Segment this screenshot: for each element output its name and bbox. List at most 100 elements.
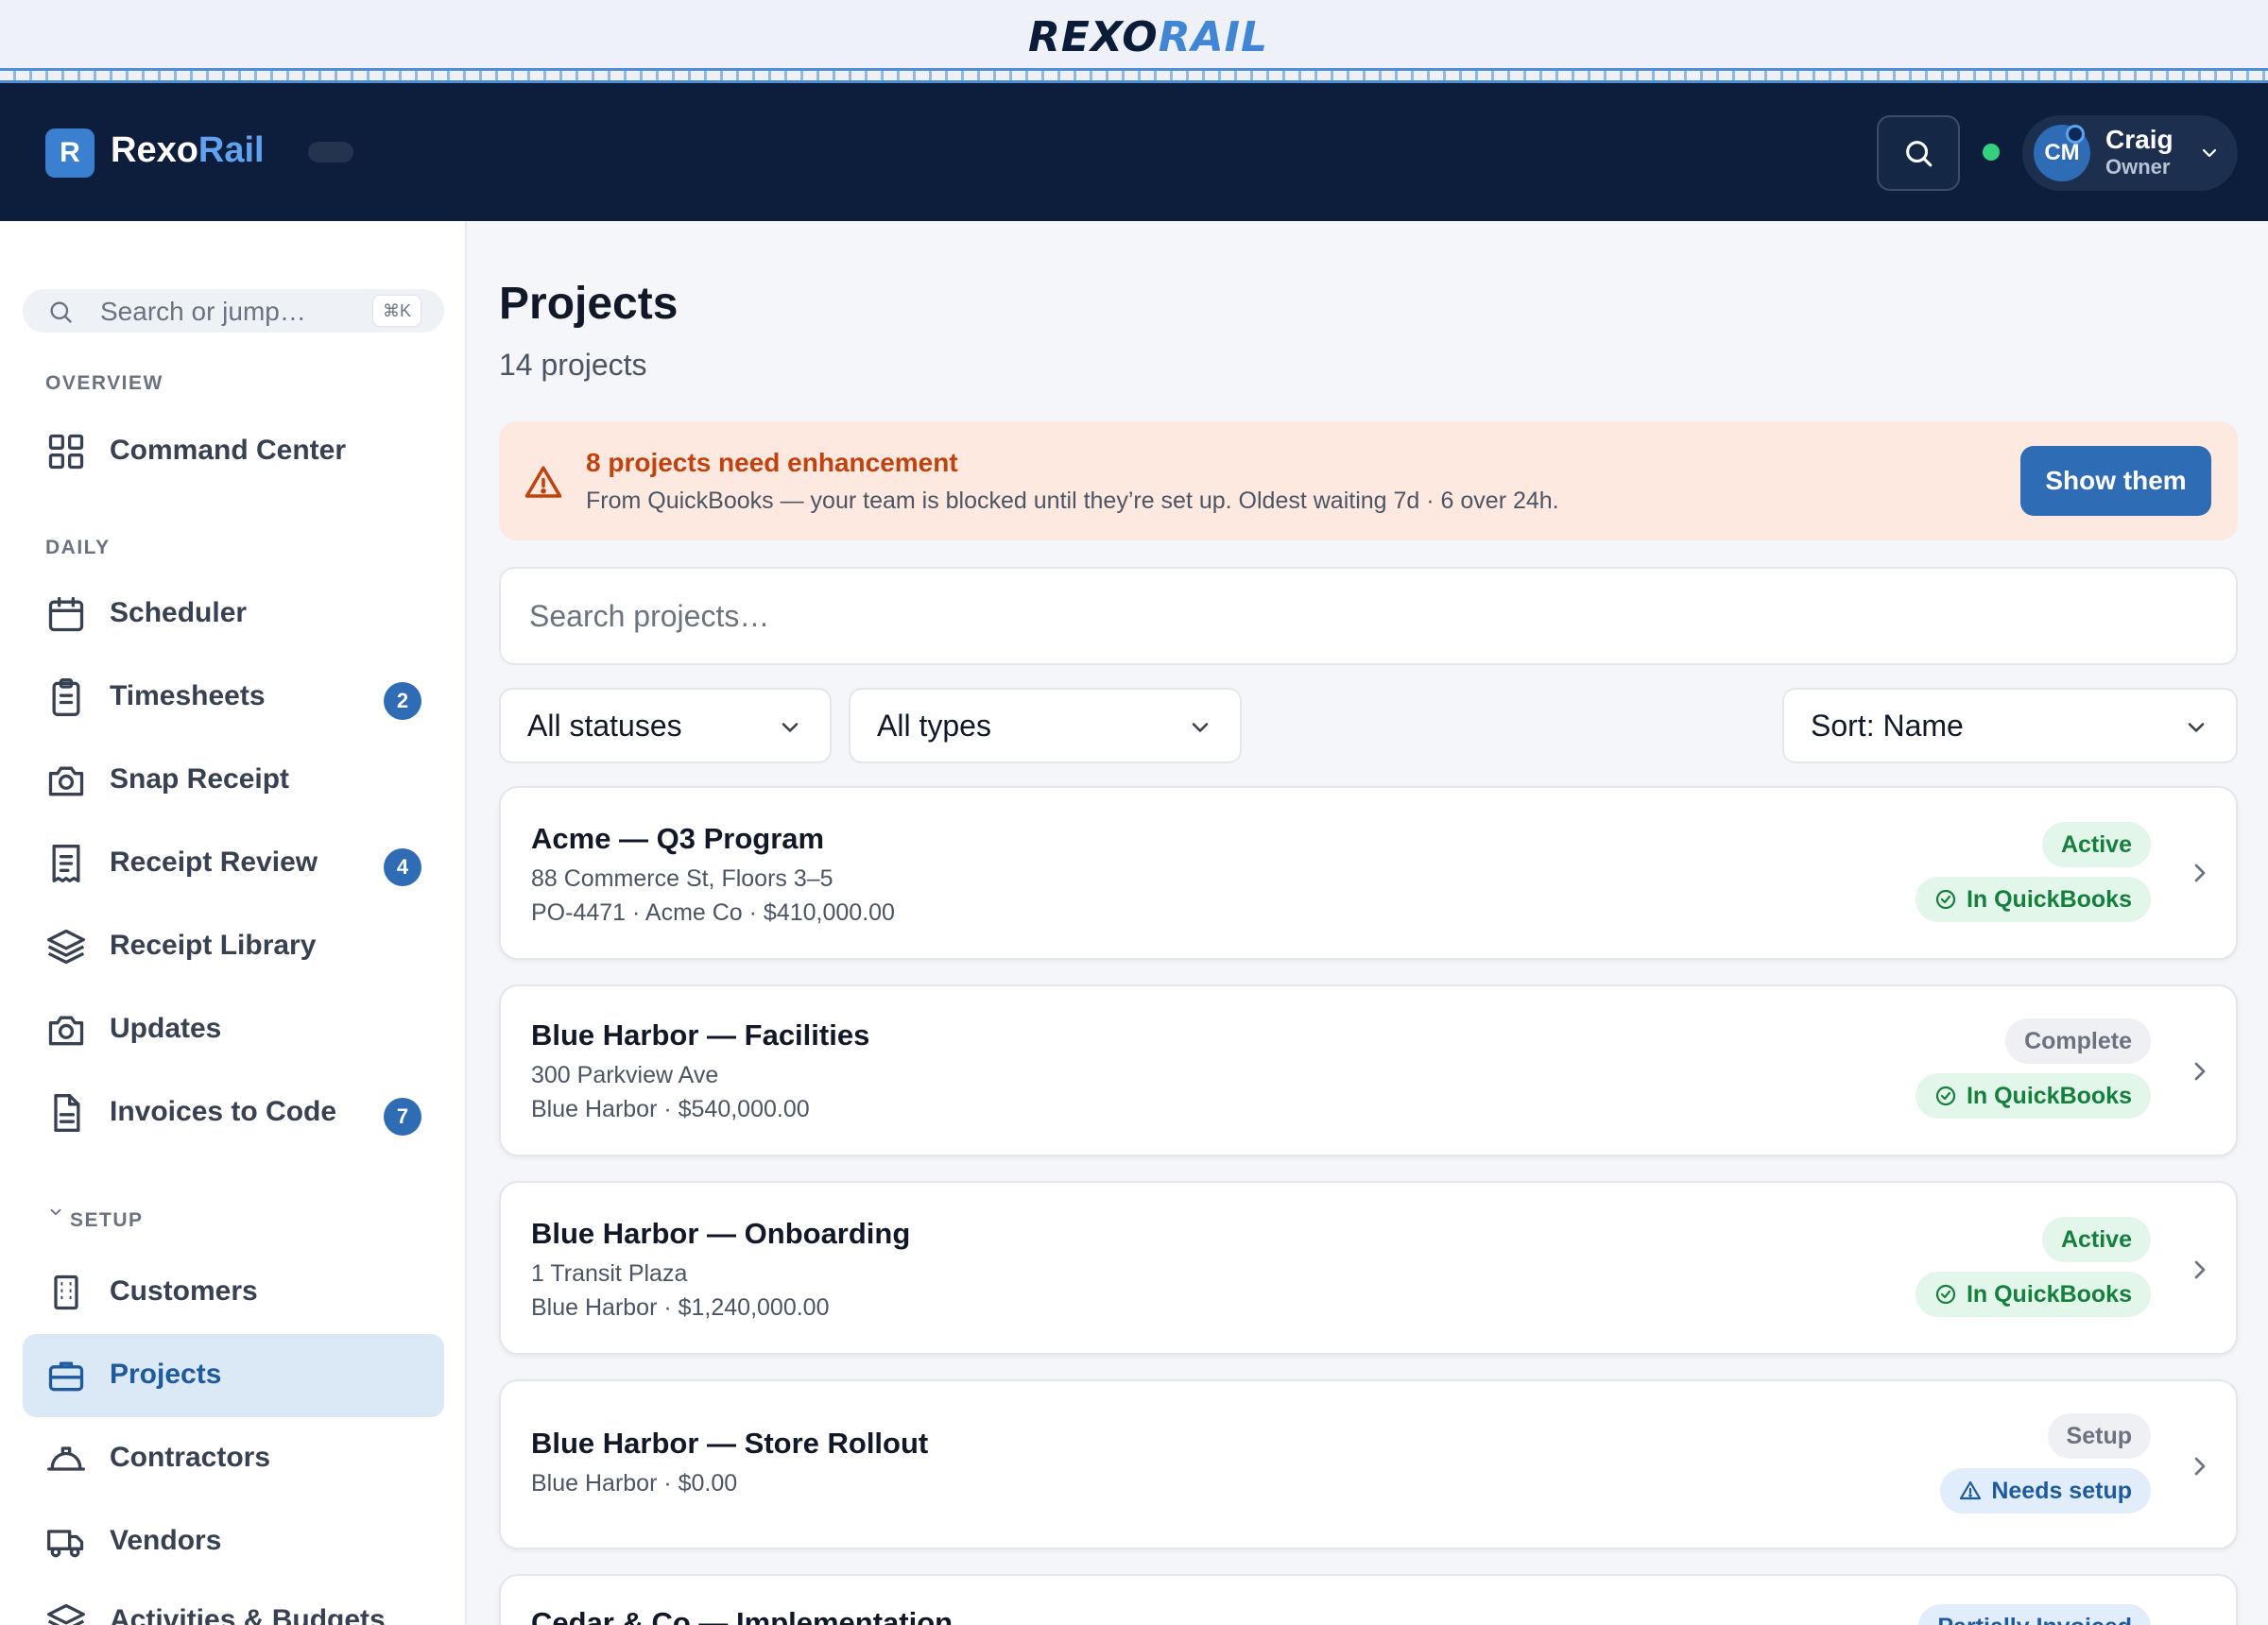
project-name: Blue Harbor — Facilities <box>531 1018 870 1052</box>
page-title: Projects <box>499 279 679 329</box>
app-logo[interactable]: R <box>45 128 94 178</box>
alert-title: 8 projects need enhancement <box>586 448 958 477</box>
check-circle-icon <box>1935 889 1956 910</box>
check-circle-icon <box>1935 1086 1956 1106</box>
sort-select[interactable]: Sort: Name <box>1782 688 2238 763</box>
status-filter-select[interactable]: All statuses <box>499 688 832 763</box>
project-address: 88 Commerce St, Floors 3–5 <box>531 865 833 892</box>
user-role: Owner <box>2105 155 2171 179</box>
sidebar-search[interactable]: Search or jump… ⌘K <box>23 289 444 333</box>
avatar-presence-dot <box>2066 125 2085 144</box>
type-filter-select[interactable]: All types <box>849 688 1242 763</box>
status-badge: Partially Invoiced <box>1918 1604 2151 1625</box>
sort-value: Sort: Name <box>1811 709 1964 743</box>
sidebar-item-label: Customers <box>110 1275 258 1307</box>
layers-icon <box>47 929 85 965</box>
chevron-right-icon <box>2194 864 2206 882</box>
project-meta: Blue Harbor · $0.00 <box>531 1470 738 1497</box>
project-card[interactable]: Acme — Q3 Program 88 Commerce St, Floors… <box>499 786 2238 960</box>
project-count: 14 projects <box>499 348 647 382</box>
sidebar-item-timesheets[interactable]: Timesheets 2 <box>23 656 444 739</box>
project-address: 300 Parkview Ave <box>531 1062 719 1088</box>
keyboard-shortcut: ⌘K <box>372 295 421 327</box>
global-search-button[interactable] <box>1877 115 1960 191</box>
sidebar-item-contractors[interactable]: Contractors <box>23 1417 444 1500</box>
sidebar-item-vendors[interactable]: Vendors <box>23 1500 444 1583</box>
section-daily: DAILY <box>45 537 111 558</box>
truck-icon <box>47 1530 84 1558</box>
search-icon <box>50 301 72 323</box>
count-badge: 7 <box>384 1098 421 1136</box>
sidebar-item-projects[interactable]: Projects <box>23 1334 444 1417</box>
type-filter-value: All types <box>877 709 991 743</box>
receipt-icon <box>52 845 80 882</box>
rail-decoration <box>0 68 2268 83</box>
project-card[interactable]: Cedar & Co — Implementation Partially In… <box>499 1574 2238 1625</box>
user-menu[interactable]: CM Craig Owner <box>2022 115 2238 191</box>
alert-body: From QuickBooks — your team is blocked u… <box>586 488 1559 514</box>
chevron-down-icon <box>2202 148 2217 158</box>
sidebar-item-updates[interactable]: Updates <box>23 988 444 1071</box>
needs-setup-badge: Needs setup <box>1940 1468 2151 1514</box>
sidebar-item-invoices-to-code[interactable]: Invoices to Code 7 <box>23 1071 444 1155</box>
chevron-down-icon <box>50 1208 61 1216</box>
clipboard-icon <box>52 678 80 716</box>
search-icon <box>1906 141 1933 167</box>
online-status-dot <box>1983 144 2000 161</box>
enhancement-alert: 8 projects need enhancement From QuickBo… <box>499 421 2238 540</box>
status-badge: Setup <box>2047 1413 2151 1459</box>
status-badge: Active <box>2041 1217 2151 1262</box>
sidebar-item-receipt-review[interactable]: Receipt Review 4 <box>23 822 444 905</box>
sidebar-item-customers[interactable]: Customers <box>23 1251 444 1334</box>
sidebar-item-label: Projects <box>110 1359 222 1390</box>
count-badge: 2 <box>384 682 421 720</box>
status-filter-value: All statuses <box>527 709 682 743</box>
project-card[interactable]: Blue Harbor — Store Rollout Blue Harbor … <box>499 1379 2238 1549</box>
hard-hat-icon <box>47 1446 85 1471</box>
sidebar-item-label: Snap Receipt <box>110 763 290 795</box>
brand-logo: REXORAIL <box>1028 13 1269 61</box>
sidebar-item-receipt-library[interactable]: Receipt Library <box>23 905 444 988</box>
sidebar-item-command-center[interactable]: Command Center <box>23 410 444 493</box>
chevron-right-icon <box>2194 1062 2206 1081</box>
sidebar-item-activities-budgets[interactable]: Activities & Budgets <box>23 1580 444 1625</box>
show-them-button[interactable]: Show them <box>2020 446 2211 516</box>
section-setup[interactable]: SETUP <box>45 1208 144 1232</box>
check-circle-icon <box>1935 1284 1956 1305</box>
app-name[interactable]: RexoRail <box>111 130 265 171</box>
calendar-icon <box>48 596 84 632</box>
chevron-right-icon <box>2194 1457 2206 1476</box>
chevron-down-icon <box>782 723 799 732</box>
project-card[interactable]: Blue Harbor — Onboarding 1 Transit Plaza… <box>499 1181 2238 1355</box>
sidebar-item-snap-receipt[interactable]: Snap Receipt <box>23 739 444 822</box>
sidebar-item-label: Vendors <box>110 1525 222 1556</box>
brand-strip: REXORAIL <box>0 0 2268 83</box>
count-badge: 4 <box>384 848 421 886</box>
sidebar-item-label: Command Center <box>110 435 347 466</box>
sidebar-search-placeholder: Search or jump… <box>100 297 306 326</box>
project-card[interactable]: Blue Harbor — Facilities 300 Parkview Av… <box>499 984 2238 1156</box>
sidebar-item-scheduler[interactable]: Scheduler <box>23 573 444 656</box>
sidebar-item-label: Receipt Review <box>110 847 318 878</box>
camera-icon <box>48 766 84 796</box>
file-icon <box>54 1094 80 1132</box>
project-name: Acme — Q3 Program <box>531 822 825 855</box>
project-name: Blue Harbor — Onboarding <box>531 1217 911 1250</box>
sidebar-item-label: Timesheets <box>110 680 266 711</box>
project-meta: Blue Harbor · $1,240,000.00 <box>531 1294 830 1321</box>
project-name: Blue Harbor — Store Rollout <box>531 1427 929 1460</box>
sidebar: Search or jump… ⌘K OVERVIEW Command Cent… <box>0 221 467 1625</box>
building-icon <box>54 1274 78 1310</box>
warning-icon <box>1960 1480 1982 1500</box>
project-search-input[interactable] <box>499 567 2238 665</box>
chevron-down-icon <box>1192 723 1209 732</box>
quickbooks-badge: In QuickBooks <box>1915 1272 2151 1317</box>
chevron-right-icon <box>2194 1260 2206 1279</box>
status-badge: Complete <box>2005 1018 2151 1064</box>
quickbooks-badge: In QuickBooks <box>1915 1073 2151 1119</box>
grid-icon <box>48 434 84 470</box>
camera-icon <box>48 1016 84 1046</box>
user-name: Craig <box>2105 125 2174 154</box>
app-header: R RexoRail CM Craig Owner <box>0 83 2268 221</box>
sidebar-item-label: Scheduler <box>110 597 248 628</box>
